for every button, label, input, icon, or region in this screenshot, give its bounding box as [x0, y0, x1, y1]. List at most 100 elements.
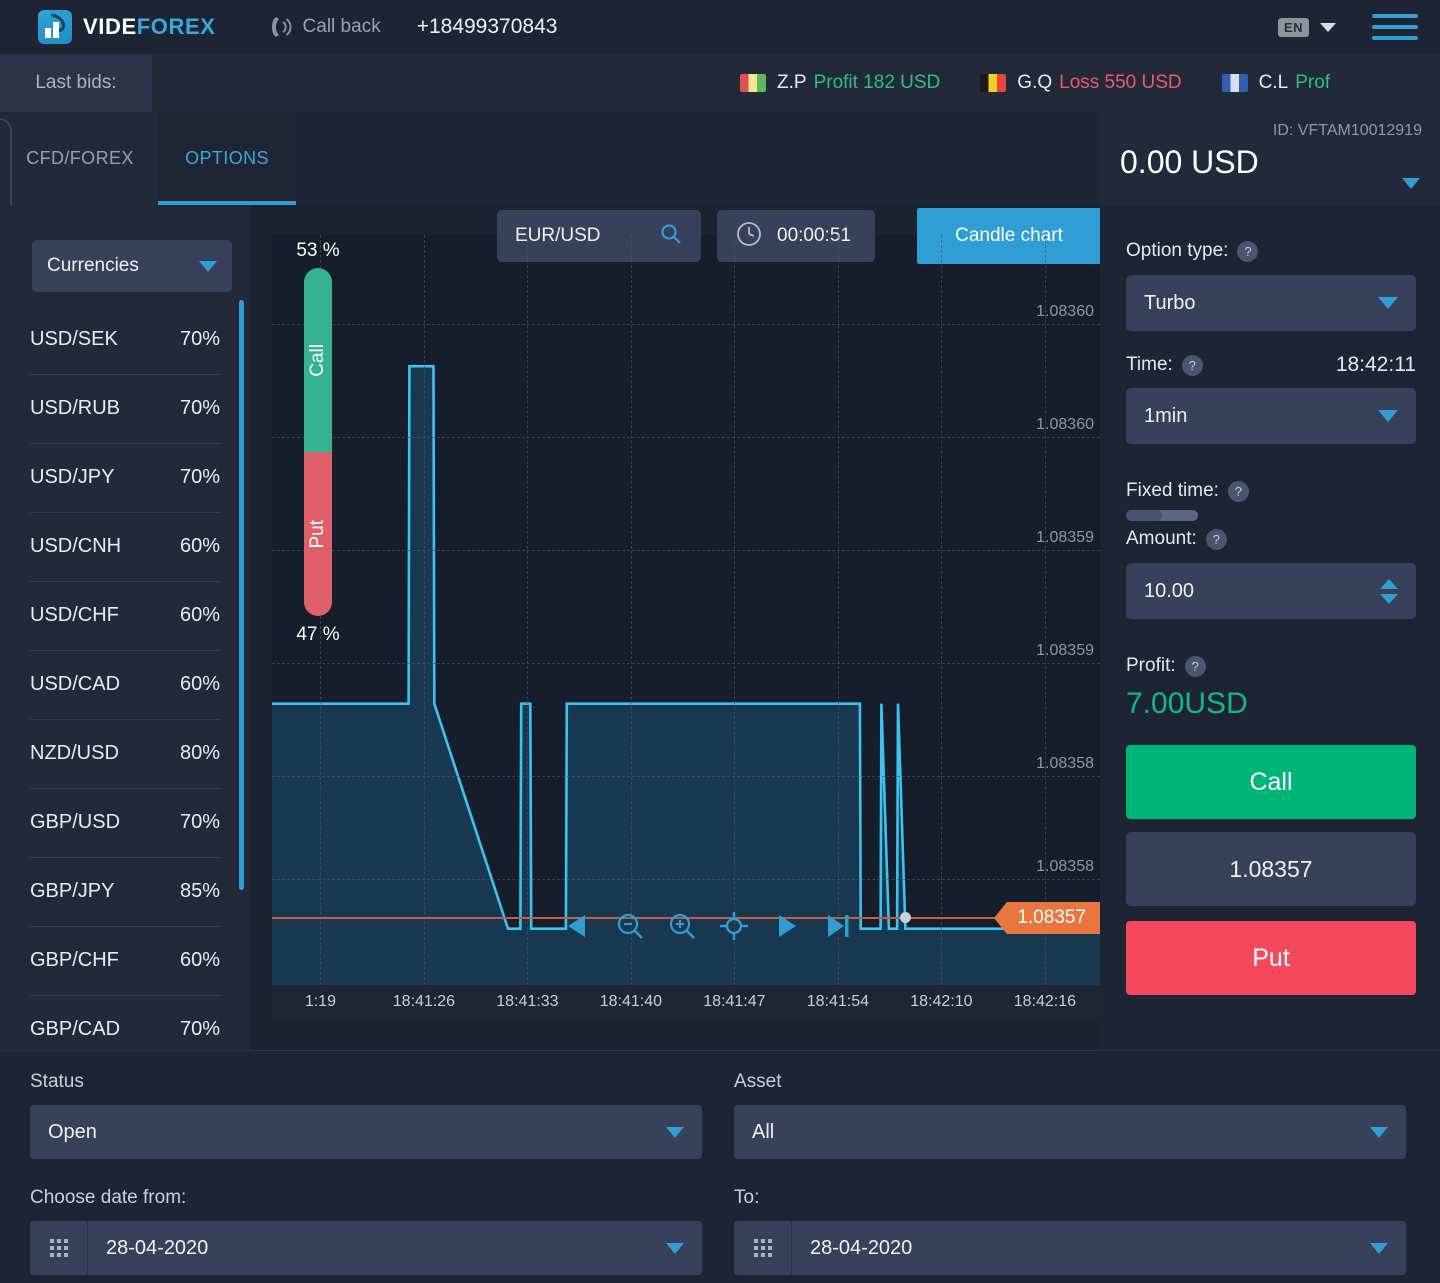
current-price-dot	[900, 912, 911, 923]
crosshair-icon[interactable]	[718, 910, 750, 942]
amount-label-row: Amount: ?	[1126, 528, 1416, 550]
tabs-filler	[296, 112, 1100, 205]
asset-category-select[interactable]: Currencies	[32, 240, 232, 292]
currency-pair-row[interactable]: GBP/CHF 60%	[30, 926, 220, 995]
amount-input[interactable]: 10.00	[1126, 563, 1416, 619]
chevron-down-icon	[199, 260, 217, 272]
chart-x-tick-label: 18:41:54	[806, 993, 870, 1010]
trading-platform-page: VIDEFOREX Call back +18499370843 EN Last…	[0, 0, 1440, 1283]
help-icon[interactable]: ?	[1181, 354, 1203, 376]
chart-x-tick-label: 18:42:16	[1013, 993, 1077, 1010]
date-to-input[interactable]: 28-04-2020	[734, 1221, 1406, 1275]
tab-options[interactable]: OPTIONS	[158, 112, 296, 205]
language-selector[interactable]: EN	[1277, 17, 1309, 37]
step-back-icon[interactable]	[562, 910, 594, 942]
chart-x-tick-label: 18:41:26	[392, 993, 456, 1010]
chart-gridline-horizontal	[272, 878, 1100, 880]
chevron-down-icon	[666, 1242, 684, 1254]
country-flag-icon	[740, 74, 766, 92]
last-bids-list: Z.P Profit 182 USD G.Q Loss 550 USD C.L Prof	[740, 54, 1330, 112]
date-from-input[interactable]: 28-04-2020	[30, 1221, 702, 1275]
menu-button[interactable]	[1372, 14, 1418, 40]
help-icon[interactable]: ?	[1227, 480, 1249, 502]
currency-pair-name: GBP/CAD	[30, 1018, 121, 1040]
currency-pair-row[interactable]: USD/CNH 60%	[30, 512, 220, 581]
bid-result: Loss 550 USD	[1059, 72, 1182, 93]
amount-stepper[interactable]	[1380, 578, 1398, 604]
history-filters: Status Open Asset All Choose date from: …	[0, 1050, 1440, 1283]
asset-filter-label: Asset	[734, 1071, 782, 1092]
sentiment-put-percent: 47 %	[296, 624, 340, 645]
zoom-in-icon[interactable]	[666, 910, 698, 942]
zoom-out-icon[interactable]	[614, 910, 646, 942]
calendar-icon	[30, 1221, 88, 1275]
chart-gridline-horizontal	[272, 775, 1100, 777]
currency-pair-name: NZD/USD	[30, 742, 119, 764]
time-label-row: Time: ?	[1126, 354, 1203, 376]
chevron-down-icon	[666, 1126, 684, 1138]
current-price-badge: 1.08357	[994, 902, 1100, 934]
sidebar-scrollbar[interactable]	[239, 300, 244, 890]
account-balance: 0.00 USD	[1120, 144, 1259, 180]
country-flag-icon	[1221, 74, 1248, 92]
fixed-time-toggle[interactable]	[1126, 510, 1198, 521]
tab-cfd-forex[interactable]: CFD/FOREX	[10, 112, 150, 205]
chevron-down-icon[interactable]	[1320, 22, 1336, 32]
chart-gridline-vertical	[527, 235, 529, 985]
calendar-icon	[734, 1221, 792, 1275]
brand-logo[interactable]: VIDEFOREX	[38, 10, 216, 44]
chevron-down-icon	[1370, 1126, 1388, 1138]
chevron-down-icon	[1378, 297, 1398, 309]
currency-pair-payout: 60%	[179, 949, 220, 971]
account-dropdown-icon[interactable]	[1402, 178, 1420, 189]
currency-pair-payout: 60%	[179, 604, 220, 626]
call-back-link[interactable]: Call back +18499370843	[268, 14, 558, 40]
help-icon[interactable]: ?	[1205, 528, 1227, 550]
status-filter: Status Open	[30, 1071, 702, 1159]
last-bids-bar: Last bids: Z.P Profit 182 USD G.Q Loss 550 …	[0, 54, 1440, 112]
currency-pair-row[interactable]: GBP/JPY 85%	[30, 857, 220, 926]
sentiment-indicator: 53 % Call Put 47 %	[296, 240, 340, 645]
amount-increment-icon[interactable]	[1380, 578, 1398, 589]
option-type-select[interactable]: Turbo	[1126, 275, 1416, 331]
profit-label: Profit:	[1126, 655, 1176, 676]
play-icon[interactable]	[770, 910, 802, 942]
server-time-value: 18:42:11	[1335, 353, 1416, 376]
chart-area-fill	[272, 366, 1100, 985]
country-flag-icon	[980, 74, 1007, 92]
currency-pair-payout: 80%	[179, 742, 220, 764]
top-bar: VIDEFOREX Call back +18499370843 EN	[0, 0, 1440, 54]
chart-container[interactable]: EUR/USD 00:00:51 Candle chart 53 % Call …	[272, 208, 1101, 1020]
call-button[interactable]: Call	[1126, 745, 1416, 819]
skip-to-end-icon[interactable]	[822, 910, 854, 942]
phone-number[interactable]: +18499370843	[417, 15, 558, 39]
help-icon[interactable]: ?	[1184, 655, 1206, 677]
chart-x-axis: 1:19 18:41:26 18:41:33 18:41:40 18:41:47 18:4…	[272, 985, 1100, 1020]
currency-pair-row[interactable]: USD/CAD 60%	[30, 650, 220, 719]
price-chart-plot[interactable]: 53 % Call Put 47 % 1.08357 1.08360 1.083…	[272, 235, 1100, 985]
currency-pair-row[interactable]: USD/JPY 70%	[30, 443, 220, 512]
sentiment-bar: Call Put	[304, 268, 332, 616]
currency-pair-row[interactable]: USD/SEK 70%	[30, 305, 220, 374]
chart-navigation-controls	[562, 910, 854, 942]
help-icon[interactable]: ?	[1237, 240, 1259, 262]
currency-pair-row[interactable]: USD/RUB 70%	[30, 374, 220, 443]
put-button[interactable]: Put	[1126, 921, 1416, 995]
market-tabs: CFD/FOREX OPTIONS	[0, 112, 1100, 205]
currency-pair-row[interactable]: USD/CHF 60%	[30, 581, 220, 650]
asset-sidebar: Currencies USD/SEK 70% USD/RUB 70% USD/JPY 70…	[0, 205, 250, 1050]
currency-pair-row[interactable]: GBP/USD 70%	[30, 788, 220, 857]
currency-pair-row[interactable]: GBP/CAD 70%	[30, 995, 220, 1045]
amount-decrement-icon[interactable]	[1380, 593, 1398, 604]
chart-gridline-horizontal	[272, 323, 1100, 325]
fixed-time-label: Fixed time:	[1126, 480, 1219, 501]
duration-select[interactable]: 1min	[1126, 388, 1416, 444]
chart-gridline-horizontal	[272, 550, 1100, 551]
chart-y-tick-label: 1.08360	[1036, 302, 1094, 320]
bid-user: C.L	[1258, 72, 1289, 93]
price-line-series	[272, 364, 1100, 985]
profit-value: 7.00USD	[1126, 687, 1248, 720]
asset-filter-select[interactable]: All	[734, 1105, 1406, 1159]
currency-pair-row[interactable]: NZD/USD 80%	[30, 719, 220, 788]
status-select[interactable]: Open	[30, 1105, 702, 1159]
